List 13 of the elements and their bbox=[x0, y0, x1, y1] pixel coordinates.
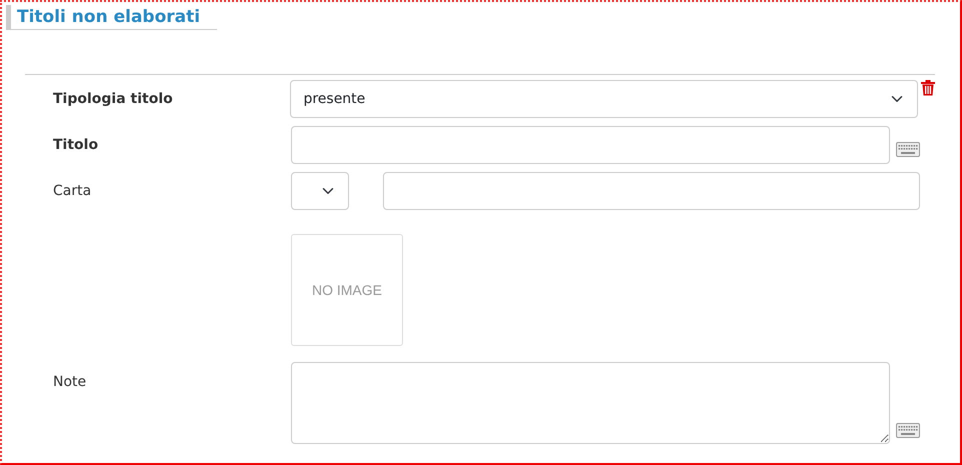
section-title: Titoli non elaborati bbox=[6, 5, 217, 30]
keyboard-icon[interactable] bbox=[896, 423, 920, 438]
field-label: Carta bbox=[52, 182, 92, 201]
field-label: Note bbox=[52, 373, 88, 392]
keyboard-icon[interactable] bbox=[896, 142, 920, 157]
trash-icon[interactable] bbox=[921, 80, 935, 96]
text-area[interactable] bbox=[291, 362, 890, 444]
field-label: Titolo bbox=[52, 136, 100, 155]
field-label: Tipologia titolo bbox=[52, 90, 174, 109]
input-field[interactable] bbox=[383, 172, 920, 210]
select-field[interactable] bbox=[291, 172, 349, 210]
input-field[interactable] bbox=[291, 126, 890, 164]
select-field[interactable]: presente bbox=[290, 80, 918, 118]
